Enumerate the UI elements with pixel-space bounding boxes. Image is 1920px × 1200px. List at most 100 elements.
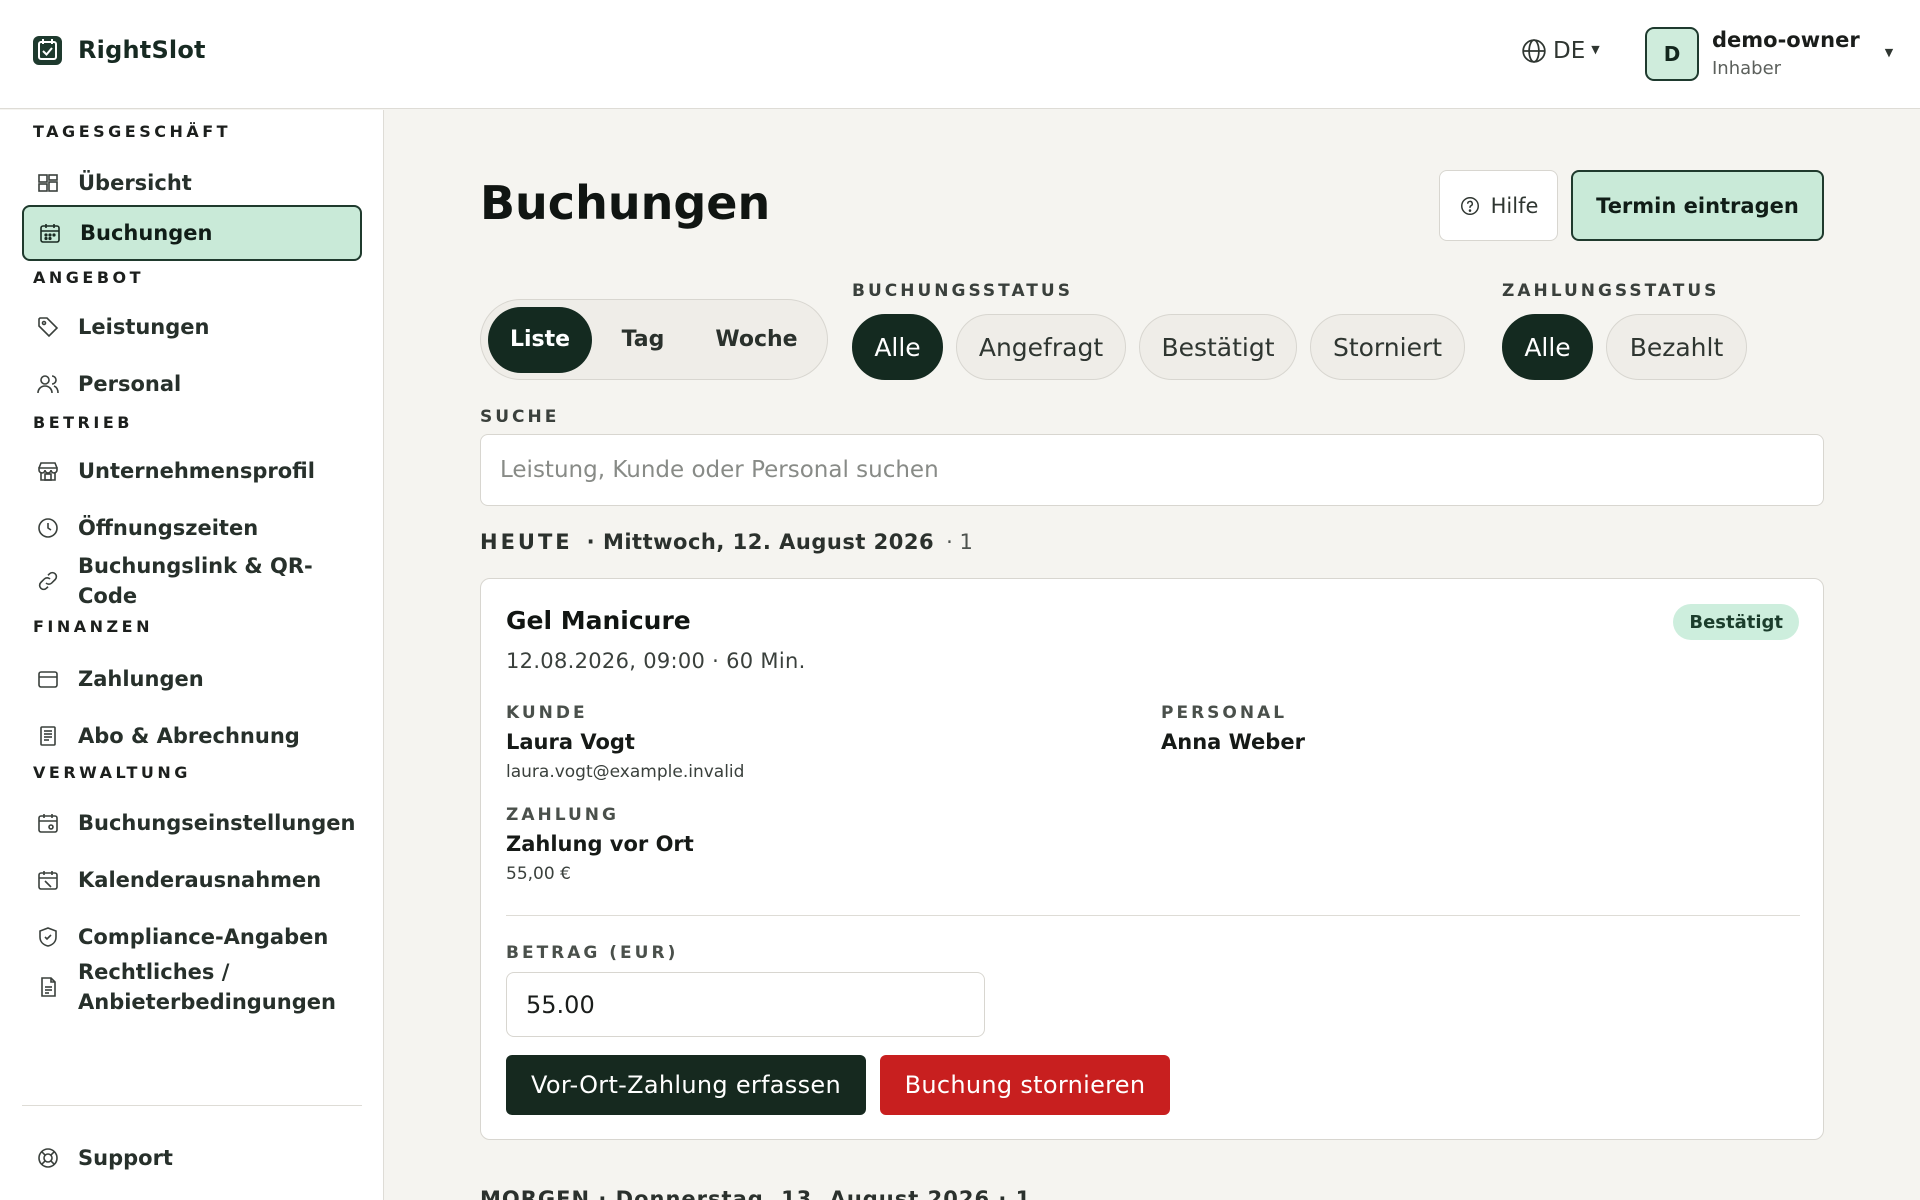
shield-check-icon [36, 925, 60, 949]
sidebar-item-label: Übersicht [78, 171, 192, 195]
sidebar-item-rechtliches[interactable]: Rechtliches / Anbieterbedingungen [22, 954, 362, 1020]
calendar-check-logo-icon [33, 36, 62, 65]
help-button-label: Hilfe [1490, 193, 1539, 218]
language-code: DE [1553, 38, 1586, 64]
sidebar-item-buchungslink[interactable]: Buchungslink & QR- Code [22, 548, 362, 614]
amount-label: BETRAG (EUR) [506, 943, 679, 963]
dashboard-icon [36, 171, 60, 195]
calendar-off-icon [36, 868, 60, 892]
sidebar-item-uebersicht[interactable]: Übersicht [22, 160, 362, 206]
day-group-label: HEUTE [480, 530, 573, 554]
sidebar-item-abo[interactable]: Abo & Abrechnung [22, 713, 362, 759]
staff-label: PERSONAL [1161, 703, 1288, 723]
cancel-booking-button[interactable]: Buchung stornieren [880, 1055, 1170, 1115]
customer-email: laura.vogt@example.invalid [506, 762, 745, 782]
link-icon [36, 569, 60, 593]
payment-label: ZAHLUNG [506, 805, 619, 825]
sidebar-item-support[interactable]: Support [22, 1135, 362, 1181]
sidebar-item-label: Compliance-Angaben [78, 925, 329, 949]
sidebar-item-label: Support [78, 1146, 173, 1170]
sidebar-item-label: Leistungen [78, 315, 210, 339]
sidebar-section-finanzen: FINANZEN [33, 617, 153, 636]
customer-name: Laura Vogt [506, 730, 635, 754]
tab-tag[interactable]: Tag [592, 307, 694, 373]
booking-status-label: BUCHUNGSSTATUS [852, 281, 1073, 301]
sidebar-item-leistungen[interactable]: Leistungen [22, 304, 362, 350]
booking-status-bestaetigt-chip[interactable]: Bestätigt [1139, 314, 1297, 380]
sidebar-item-label: Personal [78, 372, 182, 396]
caret-down-icon: ▼ [1884, 46, 1894, 59]
sidebar-item-label: Öffnungszeiten [78, 516, 259, 540]
sidebar-item-label: Buchungen [80, 221, 213, 245]
sidebar-item-label: Unternehmensprofil [78, 459, 315, 483]
card-divider [506, 915, 1800, 916]
sidebar-item-buchungen[interactable]: Buchungen [22, 205, 362, 261]
language-switcher[interactable]: DE ▼ [1521, 38, 1600, 64]
brand-name: RightSlot [78, 35, 206, 64]
sidebar-item-personal[interactable]: Personal [22, 361, 362, 407]
search-input[interactable] [480, 434, 1824, 506]
sidebar-item-oeffnungszeiten[interactable]: Öffnungszeiten [22, 505, 362, 551]
day-group-heading: HEUTE · Mittwoch, 12. August 2026 · 1 [480, 530, 973, 554]
user-role: Inhaber [1712, 58, 1782, 79]
sidebar-item-label: Buchungseinstellungen [78, 811, 356, 835]
sidebar-section-verwaltung: VERWALTUNG [33, 763, 191, 782]
sidebar-item-label: Abo & Abrechnung [78, 724, 300, 748]
globe-icon [1522, 39, 1546, 63]
payment-amount: 55,00 € [506, 864, 571, 884]
receipt-icon [36, 724, 60, 748]
sidebar-item-label: Buchungslink & QR- [78, 554, 313, 578]
calendar-icon [38, 221, 62, 245]
brand[interactable]: RightSlot [33, 34, 206, 65]
tag-icon [36, 315, 60, 339]
booking-status-storniert-chip[interactable]: Storniert [1310, 314, 1465, 380]
payment-method: Zahlung vor Ort [506, 832, 694, 856]
staff-name: Anna Weber [1161, 730, 1305, 754]
help-circle-icon [1460, 196, 1479, 215]
sidebar-item-label: Kalenderausnahmen [78, 868, 322, 892]
sidebar-item-unternehmensprofil[interactable]: Unternehmensprofil [22, 448, 362, 494]
payment-status-alle-chip[interactable]: Alle [1502, 314, 1593, 380]
customer-label: KUNDE [506, 703, 588, 723]
sidebar-item-zahlungen[interactable]: Zahlungen [22, 656, 362, 702]
amount-field[interactable] [506, 972, 985, 1037]
sidebar-divider [22, 1105, 362, 1106]
sidebar-section-angebot: ANGEBOT [33, 268, 145, 287]
clock-icon [36, 516, 60, 540]
record-payment-button[interactable]: Vor-Ort-Zahlung erfassen [506, 1055, 866, 1115]
users-icon [36, 372, 60, 396]
sidebar: TAGESGESCHÄFT Übersicht Buchungen ANGEBO… [0, 110, 384, 1200]
avatar: D [1645, 27, 1699, 81]
sidebar-item-label: Rechtliches / [78, 960, 230, 984]
add-appointment-button[interactable]: Termin eintragen [1571, 170, 1824, 241]
day-group-count: · 1 [946, 530, 973, 554]
tab-woche[interactable]: Woche [694, 307, 819, 373]
sidebar-item-buchungseinstellungen[interactable]: Buchungseinstellungen [22, 800, 362, 846]
document-icon [36, 975, 60, 999]
booking-service: Gel Manicure [506, 606, 691, 635]
calendar-settings-icon [36, 811, 60, 835]
sidebar-section-betrieb: BETRIEB [33, 413, 133, 432]
help-button[interactable]: Hilfe [1439, 170, 1558, 241]
sidebar-item-label-continued: Anbieterbedingungen [78, 990, 336, 1014]
status-badge: Bestätigt [1673, 604, 1799, 640]
search-label: SUCHE [480, 407, 560, 427]
next-day-group-heading: MORGEN · Donnerstag, 13. August 2026 · 1 [480, 1187, 1032, 1200]
tab-liste[interactable]: Liste [488, 306, 592, 373]
lifebuoy-icon [36, 1146, 60, 1170]
user-menu[interactable]: D demo-owner Inhaber ▼ [1645, 27, 1893, 81]
caret-down-icon: ▼ [1591, 42, 1600, 56]
payment-status-label: ZAHLUNGSSTATUS [1502, 281, 1720, 301]
sidebar-item-label-continued: Code [78, 584, 138, 608]
booking-status-alle-chip[interactable]: Alle [852, 314, 943, 380]
sidebar-item-kalenderausnahmen[interactable]: Kalenderausnahmen [22, 857, 362, 903]
booking-status-angefragt-chip[interactable]: Angefragt [956, 314, 1126, 380]
view-switcher: Liste Tag Woche [480, 299, 828, 380]
day-group-date: · Mittwoch, 12. August 2026 [586, 530, 935, 554]
booking-card: Gel Manicure 12.08.2026, 09:00 · 60 Min.… [480, 578, 1824, 1140]
payment-status-bezahlt-chip[interactable]: Bezahlt [1606, 314, 1747, 380]
page-title: Buchungen [480, 176, 771, 230]
booking-datetime: 12.08.2026, 09:00 · 60 Min. [506, 649, 806, 673]
credit-card-icon [36, 667, 60, 691]
store-icon [36, 459, 60, 483]
